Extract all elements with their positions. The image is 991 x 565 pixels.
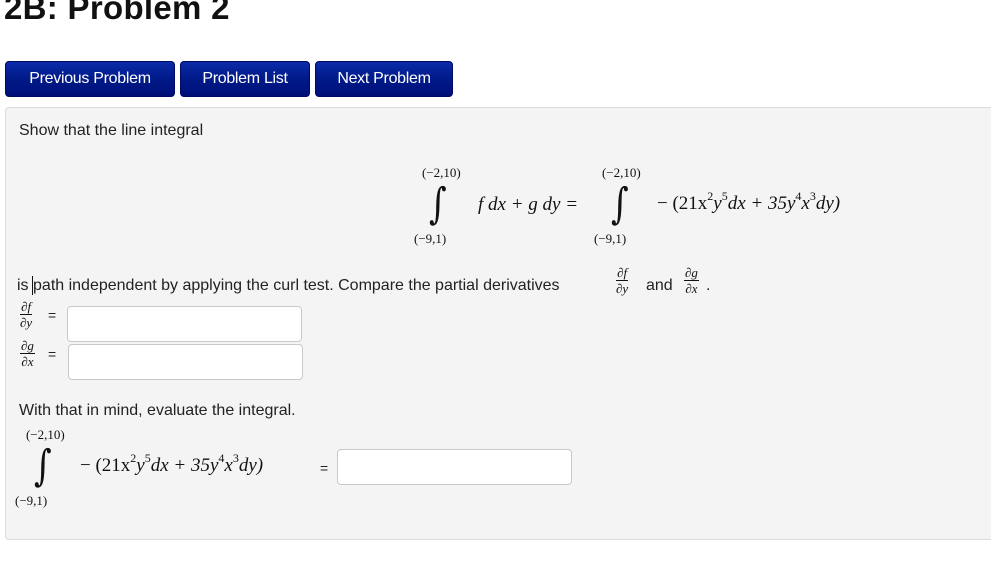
partial-g-over-x-label: ∂g ∂x bbox=[20, 339, 35, 368]
integral1-sign: ∫ bbox=[429, 179, 447, 229]
integrand-part: x bbox=[224, 455, 233, 476]
previous-problem-button[interactable]: Previous Problem bbox=[5, 61, 175, 97]
sentence-rest: path independent by applying the curl te… bbox=[33, 277, 560, 294]
fraction-numerator: ∂g bbox=[684, 265, 699, 281]
partial-f-over-y-inline: ∂f ∂y bbox=[616, 265, 629, 296]
problem-list-button[interactable]: Problem List bbox=[180, 61, 310, 97]
fraction-numerator: ∂f bbox=[20, 299, 33, 315]
dg-dx-answer-input[interactable] bbox=[68, 344, 303, 380]
fraction-numerator: ∂g bbox=[20, 338, 35, 354]
integrand-part: dy) bbox=[238, 455, 264, 476]
partial-g-over-x-inline: ∂g ∂x bbox=[684, 266, 699, 295]
evaluate-prompt: With that in mind, evaluate the integral… bbox=[19, 402, 296, 419]
integral3-integrand: − (21x2y5dx + 35y4x3dy) bbox=[80, 452, 264, 477]
integral1-lower-limit: (−9,1) bbox=[414, 231, 447, 246]
integrand-part: y bbox=[136, 455, 145, 476]
integral-answer-input[interactable] bbox=[337, 449, 572, 485]
problem-intro: Show that the line integral bbox=[19, 122, 204, 139]
integrand-part: dx + 35y bbox=[727, 193, 796, 214]
fraction-denominator: ∂x bbox=[685, 281, 698, 296]
problem-navigation: Previous Problem Problem List Next Probl… bbox=[5, 61, 453, 97]
equals-sign: = bbox=[48, 307, 57, 323]
equals-sign: = bbox=[48, 346, 57, 362]
integrand-part: dx + 35y bbox=[150, 455, 219, 476]
integrand-part: − (21x bbox=[657, 193, 708, 214]
fraction-numerator: ∂f bbox=[616, 265, 629, 281]
page-title: 2B: Problem 2 bbox=[4, 0, 230, 26]
text-cursor bbox=[32, 276, 33, 295]
fraction-denominator: ∂y bbox=[20, 315, 33, 330]
integral3-lower-limit: (−9,1) bbox=[15, 493, 48, 508]
integral3-sign: ∫ bbox=[34, 441, 52, 491]
and-label: and bbox=[646, 277, 673, 294]
fraction-denominator: ∂x bbox=[21, 354, 34, 369]
problem-panel: Show that the line integral (−2,10) ∫ (−… bbox=[5, 107, 991, 540]
curl-test-sentence: is path independent by applying the curl… bbox=[17, 276, 560, 295]
integrand-part: x bbox=[801, 193, 810, 214]
partial-f-over-y-label: ∂f ∂y bbox=[20, 299, 33, 330]
next-problem-button[interactable]: Next Problem bbox=[315, 61, 453, 97]
fraction-denominator: ∂y bbox=[616, 281, 629, 296]
integral1-integrand: f dx + g dy = bbox=[478, 194, 579, 215]
integral2-integrand: − (21x2y5dx + 35y4x3dy) bbox=[657, 190, 841, 215]
integrand-part: y bbox=[713, 193, 722, 214]
integral2-sign: ∫ bbox=[611, 179, 629, 229]
period: . bbox=[706, 277, 711, 294]
integrand-part: − (21x bbox=[80, 455, 131, 476]
integrand-part: dy) bbox=[815, 193, 841, 214]
equals-sign: = bbox=[320, 460, 329, 476]
sentence-start: is bbox=[17, 277, 29, 294]
df-dy-answer-input[interactable] bbox=[67, 306, 302, 342]
integral2-lower-limit: (−9,1) bbox=[594, 231, 627, 246]
